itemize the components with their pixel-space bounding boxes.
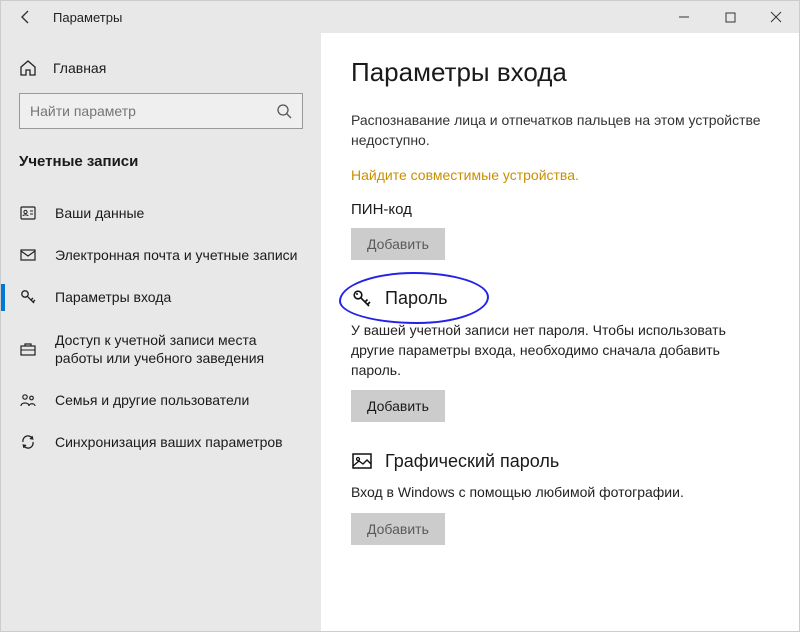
sidebar-item-work-school[interactable]: Доступ к учетной записи места работы или… bbox=[1, 319, 321, 379]
picture-password-description: Вход в Windows с помощью любимой фотогра… bbox=[351, 482, 769, 502]
password-description: У вашей учетной записи нет пароля. Чтобы… bbox=[351, 320, 769, 381]
page-heading: Параметры входа bbox=[351, 57, 769, 88]
home-icon bbox=[19, 59, 39, 77]
window-controls bbox=[661, 1, 799, 33]
sidebar-item-label: Доступ к учетной записи места работы или… bbox=[55, 331, 303, 367]
titlebar: Параметры bbox=[1, 1, 799, 33]
maximize-button[interactable] bbox=[707, 1, 753, 33]
sidebar-item-email-accounts[interactable]: Электронная почта и учетные записи bbox=[1, 234, 321, 276]
sidebar-item-sync[interactable]: Синхронизация ваших параметров bbox=[1, 421, 321, 463]
key-icon bbox=[351, 288, 373, 310]
sidebar-item-label: Семья и другие пользователи bbox=[55, 391, 303, 409]
person-badge-icon bbox=[19, 204, 39, 222]
sidebar-item-family[interactable]: Семья и другие пользователи bbox=[1, 379, 321, 421]
people-icon bbox=[19, 391, 39, 409]
password-add-button[interactable]: Добавить bbox=[351, 390, 445, 422]
sidebar-item-label: Электронная почта и учетные записи bbox=[55, 246, 303, 264]
sidebar-item-label: Синхронизация ваших параметров bbox=[55, 433, 303, 451]
pin-section: ПИН-код Добавить bbox=[351, 201, 769, 260]
key-icon bbox=[19, 288, 39, 306]
back-button[interactable] bbox=[11, 2, 41, 32]
close-button[interactable] bbox=[753, 1, 799, 33]
home-nav[interactable]: Главная bbox=[1, 51, 321, 93]
search-box[interactable] bbox=[19, 93, 303, 129]
sidebar: Главная Учетные записи Ваши данные bbox=[1, 33, 321, 631]
main-content: Параметры входа Распознавание лица и отп… bbox=[321, 33, 799, 631]
picture-icon bbox=[351, 450, 373, 472]
sidebar-item-your-info[interactable]: Ваши данные bbox=[1, 192, 321, 234]
mail-icon bbox=[19, 246, 39, 264]
pin-add-button[interactable]: Добавить bbox=[351, 228, 445, 260]
picture-password-title: Графический пароль bbox=[385, 451, 559, 472]
window-title: Параметры bbox=[53, 10, 122, 25]
pin-title: ПИН-код bbox=[351, 201, 769, 218]
sync-icon bbox=[19, 433, 39, 451]
biometrics-unavailable-text: Распознавание лица и отпечатков пальцев … bbox=[351, 110, 769, 151]
minimize-button[interactable] bbox=[661, 1, 707, 33]
picture-password-section: Графический пароль Вход в Windows с помо… bbox=[351, 450, 769, 544]
find-devices-link[interactable]: Найдите совместимые устройства. bbox=[351, 167, 769, 183]
sidebar-nav: Ваши данные Электронная почта и учетные … bbox=[1, 192, 321, 463]
picture-password-add-button[interactable]: Добавить bbox=[351, 513, 445, 545]
sidebar-section-label: Учетные записи bbox=[1, 147, 321, 184]
home-label: Главная bbox=[53, 60, 106, 76]
sidebar-item-signin-options[interactable]: Параметры входа bbox=[1, 276, 321, 318]
search-input[interactable] bbox=[30, 103, 292, 119]
password-title: Пароль bbox=[385, 288, 447, 309]
search-icon bbox=[276, 103, 292, 119]
briefcase-icon bbox=[19, 340, 39, 358]
sidebar-item-label: Параметры входа bbox=[55, 288, 303, 306]
password-section: Пароль У вашей учетной записи нет пароля… bbox=[351, 288, 769, 423]
sidebar-item-label: Ваши данные bbox=[55, 204, 303, 222]
